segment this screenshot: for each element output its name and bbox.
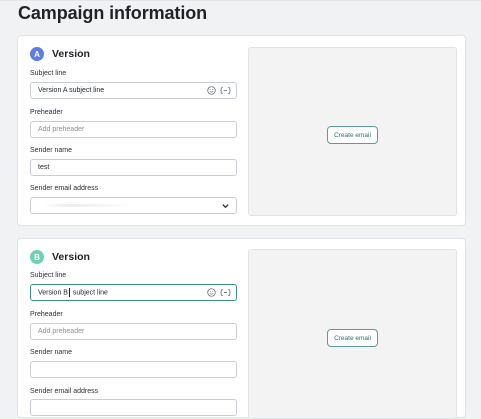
- sender-name-value: test: [38, 164, 50, 171]
- create-email-button-b[interactable]: Create email: [327, 329, 378, 347]
- version-a-card: A Version Subject line Version A subject…: [17, 35, 466, 226]
- create-email-button-a[interactable]: Create email: [327, 126, 378, 144]
- smiley-icon[interactable]: [207, 288, 216, 297]
- smiley-icon[interactable]: [207, 86, 216, 95]
- text-caret: [68, 288, 70, 297]
- version-a-header: A Version: [30, 47, 90, 61]
- personalization-tag-icon[interactable]: [220, 86, 231, 95]
- version-b-card: B Version Subject line Version B subject…: [17, 238, 466, 419]
- sender-email-label: Sender email address: [30, 388, 99, 395]
- top-divider: [0, 0, 481, 1]
- preheader-label: Preheader: [30, 311, 63, 318]
- version-b-title: Version: [52, 251, 90, 263]
- version-a-badge: A: [30, 47, 44, 61]
- preheader-label: Preheader: [30, 109, 63, 116]
- subject-line-label: Subject line: [30, 272, 67, 279]
- sender-name-input-a[interactable]: test: [30, 159, 237, 176]
- subject-line-input-a[interactable]: Version A subject line: [30, 82, 237, 99]
- sender-name-label: Sender name: [30, 147, 73, 154]
- subject-line-value: Version A subject line: [38, 87, 105, 94]
- preheader-placeholder: Add preheader: [38, 126, 85, 133]
- preheader-input-a[interactable]: Add preheader: [30, 121, 237, 138]
- sender-name-input-b[interactable]: [30, 361, 237, 378]
- sender-email-label: Sender email address: [30, 185, 99, 192]
- email-preview-b: Create email: [248, 249, 457, 419]
- subject-line-value-after-caret: subject line: [70, 289, 108, 297]
- sender-name-label: Sender name: [30, 349, 73, 356]
- chevron-down-icon: [222, 203, 229, 211]
- subject-line-value: Version B subject line: [38, 288, 108, 297]
- page-title: Campaign information: [18, 3, 208, 23]
- sender-email-value: [43, 204, 133, 207]
- subject-line-value-before-caret: Version B: [38, 289, 68, 297]
- version-b-badge: B: [30, 250, 44, 264]
- sender-email-select-b[interactable]: [30, 399, 237, 416]
- subject-line-label: Subject line: [30, 70, 67, 77]
- subject-line-input-b[interactable]: Version B subject line: [30, 284, 237, 301]
- sender-email-select-a[interactable]: [30, 197, 237, 214]
- version-b-header: B Version: [30, 250, 90, 264]
- preheader-input-b[interactable]: Add preheader: [30, 323, 237, 340]
- email-preview-a: Create email: [248, 47, 457, 216]
- personalization-tag-icon[interactable]: [220, 288, 231, 297]
- preheader-placeholder: Add preheader: [38, 328, 85, 335]
- version-a-title: Version: [52, 48, 90, 60]
